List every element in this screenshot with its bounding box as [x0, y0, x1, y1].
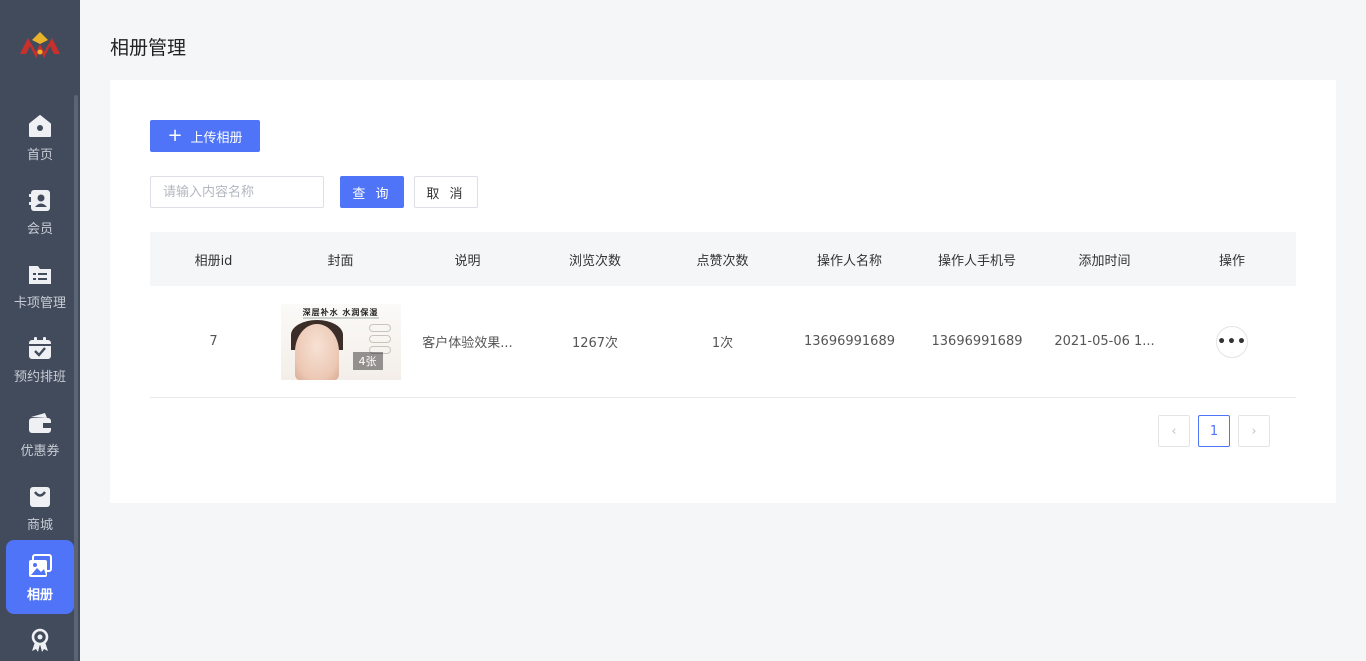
column-header-likes: 点赞次数	[696, 253, 749, 269]
brand-logo	[20, 32, 60, 58]
cover-image[interactable]: 深层补水 水润保湿 4张	[280, 303, 401, 380]
pagination: ‹ 1 ›	[1158, 415, 1270, 447]
column-header-views: 浏览次数	[568, 253, 621, 269]
sidebar: 首页 会员 卡项管理 预约排班 优惠券 商城 相册	[0, 0, 80, 661]
sidebar-item-label: 商城	[26, 518, 53, 533]
cell-added-time: 2021-05-06 1...	[1054, 334, 1155, 349]
album-table: 相册id 封面 说明 浏览次数 点赞次数 操作人名称 操作人手机号 添加时间 操…	[150, 232, 1296, 398]
sidebar-item-award[interactable]	[6, 614, 74, 661]
column-header-action: 操作	[1218, 253, 1245, 269]
card-list-icon	[26, 260, 54, 288]
sidebar-item-home[interactable]: 首页	[6, 100, 74, 174]
sidebar-item-coupon[interactable]: 优惠券	[6, 396, 74, 470]
shopping-bag-icon	[26, 482, 54, 510]
cell-views: 1267次	[571, 336, 619, 351]
plus-icon: +	[167, 125, 183, 146]
cancel-button[interactable]: 取 消	[414, 176, 478, 208]
sidebar-item-label: 预约排班	[13, 370, 66, 385]
column-header-id: 相册id	[194, 253, 233, 269]
home-icon	[26, 112, 54, 140]
more-actions-button[interactable]: •••	[1216, 325, 1248, 358]
album-icon	[26, 552, 54, 580]
column-header-cover: 封面	[327, 253, 354, 269]
prev-page-button[interactable]: ‹	[1158, 415, 1190, 447]
next-page-button[interactable]: ›	[1238, 415, 1270, 447]
coupon-wallet-icon	[26, 408, 54, 436]
cell-action: •••	[1168, 325, 1296, 358]
cover-subline	[302, 316, 379, 319]
cover-badge-shape	[368, 323, 391, 332]
sidebar-item-card-management[interactable]: 卡项管理	[6, 248, 74, 322]
cell-likes: 1次	[711, 336, 734, 351]
column-header-description: 说明	[454, 253, 481, 269]
member-card-icon	[26, 186, 54, 214]
cell-description: 客户体验效果...	[422, 336, 513, 351]
cover-photo-count: 4张	[352, 351, 383, 370]
sidebar-item-label: 卡项管理	[13, 296, 66, 311]
table-row: 7 深层补水 水润保湿 4张 客户体验效果... 1267次 1次 136969…	[150, 286, 1296, 398]
upload-album-label: 上传相册	[190, 130, 243, 146]
page-title: 相册管理	[110, 37, 187, 59]
table-header: 相册id 封面 说明 浏览次数 点赞次数 操作人名称 操作人手机号 添加时间 操…	[150, 232, 1296, 286]
search-input[interactable]	[150, 176, 324, 208]
sidebar-item-label: 相册	[26, 588, 53, 603]
album-card: + 上传相册 查 询 取 消 相册id 封面 说明 浏览次数 点赞次数 操作人名…	[110, 80, 1336, 503]
award-icon	[26, 626, 54, 654]
column-header-operator-name: 操作人名称	[816, 253, 882, 269]
cell-cover: 深层补水 水润保湿 4张	[277, 303, 404, 380]
page-button-current[interactable]: 1	[1198, 415, 1230, 447]
sidebar-item-label: 会员	[26, 222, 53, 237]
query-button[interactable]: 查 询	[340, 176, 404, 208]
cover-badge-shape	[368, 334, 391, 343]
cell-id: 7	[209, 334, 218, 349]
cover-face-shape	[294, 323, 339, 380]
upload-album-button[interactable]: + 上传相册	[150, 120, 260, 152]
cell-operator-name: 13696991689	[804, 334, 895, 349]
column-header-operator-phone: 操作人手机号	[937, 253, 1016, 269]
sidebar-item-label: 首页	[26, 148, 53, 163]
sidebar-item-mall[interactable]: 商城	[6, 470, 74, 544]
sidebar-item-label: 优惠券	[20, 444, 60, 459]
sidebar-item-member[interactable]: 会员	[6, 174, 74, 248]
sidebar-item-album[interactable]: 相册	[6, 540, 74, 614]
sidebar-item-schedule[interactable]: 预约排班	[6, 322, 74, 396]
cell-operator-phone: 13696991689	[931, 334, 1023, 349]
calendar-check-icon	[26, 334, 54, 362]
column-header-added-time: 添加时间	[1078, 253, 1131, 269]
sidebar-scrollbar[interactable]	[74, 95, 78, 661]
